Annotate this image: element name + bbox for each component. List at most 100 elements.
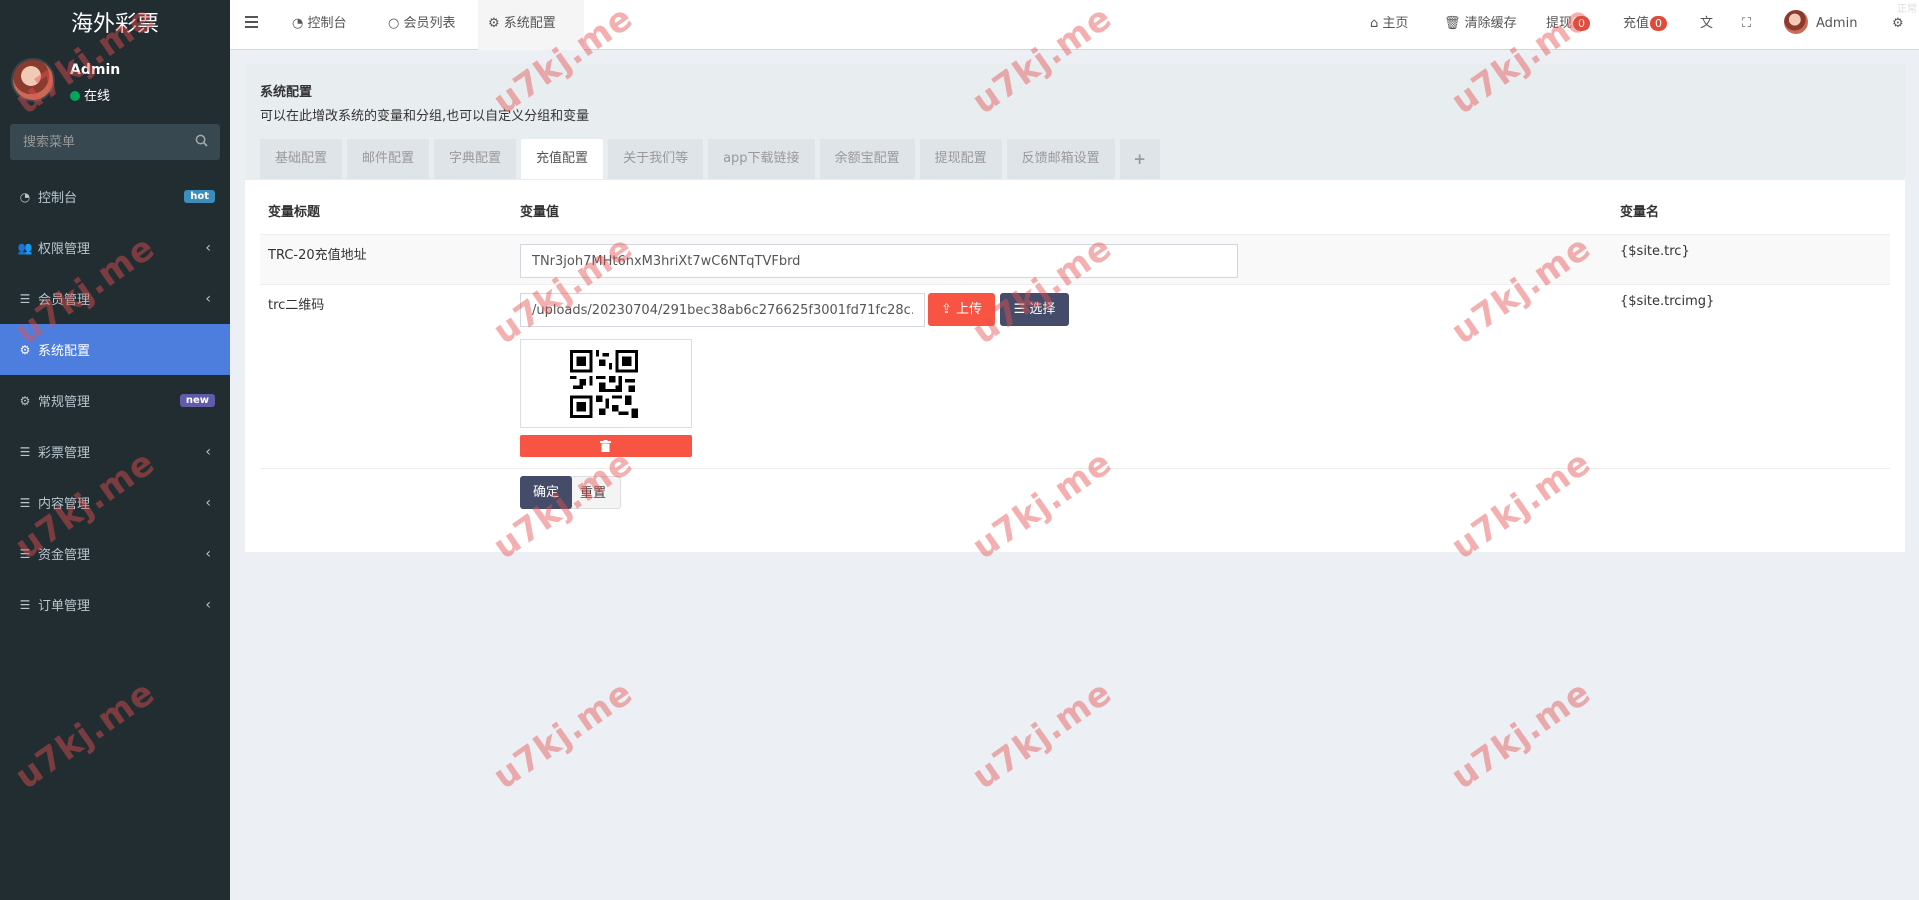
trc-address-input[interactable] (520, 244, 1238, 278)
tab-dictionary[interactable]: 字典配置 (434, 139, 517, 179)
delete-image-button[interactable] (520, 435, 692, 457)
add-tab-button[interactable]: + (1119, 139, 1160, 179)
row-name: {$site.trc} (1620, 244, 1690, 259)
dashboard-icon: ◔ (292, 16, 304, 31)
circle-icon: ○ (388, 16, 400, 31)
status-text: 在线 (84, 89, 111, 104)
tab-basic[interactable]: 基础配置 (260, 139, 343, 179)
recharge-label: 充值 (1623, 16, 1650, 31)
list-icon: ☰ (19, 546, 31, 561)
sidebar-item-orders[interactable]: ☰ 订单管理 ‹ (0, 579, 230, 630)
user-status: 在线 (70, 85, 110, 104)
translate-icon[interactable]: 文 (1700, 0, 1713, 50)
reset-button[interactable]: 重置 (565, 476, 621, 509)
corner-tag: 正常 (1897, 4, 1917, 15)
top-navbar: ◔ 控制台 ○ 会员列表 ⚙ 系统配置 ⌂ 主页 🗑 清除缓存 提现 0 充值 0 … (230, 0, 1919, 50)
trc-qrcode-path-input[interactable] (520, 293, 925, 327)
select-label: 选择 (1029, 302, 1056, 317)
panel-title: 系统配置 (260, 85, 313, 100)
sidebar-item-funds[interactable]: ☰ 资金管理 ‹ (0, 528, 230, 579)
sidebar-item-members[interactable]: ☰ 会员管理 ‹ (0, 273, 230, 324)
sidebar-item-label: 会员管理 (38, 293, 91, 308)
chevron-left-icon: ‹ (205, 546, 211, 562)
watermark: u7kj.me (965, 672, 1120, 798)
new-badge: new (179, 394, 215, 407)
sidebar-item-dashboard[interactable]: ◔ 控制台 hot (0, 171, 230, 222)
panel-description: 可以在此增改系统的变量和分组,也可以自定义分组和变量 (260, 109, 590, 124)
trash-icon (600, 440, 611, 452)
chevron-left-icon: ‹ (205, 444, 211, 460)
group-icon: 👥 (17, 240, 33, 255)
search-icon[interactable] (195, 134, 208, 147)
tab-withdraw[interactable]: 提现配置 (919, 139, 1002, 179)
user-panel: Admin 在线 (0, 50, 230, 118)
home-label: 主页 (1382, 16, 1409, 31)
watermark: u7kj.me (1444, 672, 1599, 798)
sidebar-item-label: 权限管理 (38, 242, 91, 257)
qr-code-image (570, 350, 638, 418)
tab-system-config[interactable]: ⚙ 系统配置 (478, 0, 584, 50)
tab-yuebao[interactable]: 余额宝配置 (819, 139, 915, 179)
sidebar-search (10, 124, 220, 160)
tab-label: 系统配置 (503, 16, 556, 31)
home-icon: ⌂ (1370, 16, 1379, 31)
tab-label: 会员列表 (403, 16, 456, 31)
sidebar-item-permissions[interactable]: 👥 权限管理 ‹ (0, 222, 230, 273)
list-icon: ☰ (1013, 302, 1026, 317)
avatar (11, 58, 55, 102)
confirm-button[interactable]: 确定 (520, 476, 572, 509)
withdraw-link[interactable]: 提现 0 (1546, 0, 1591, 50)
list-icon: ☰ (19, 597, 31, 612)
divider (260, 284, 1890, 285)
admin-label: Admin (1816, 16, 1858, 31)
clear-cache-button[interactable]: 🗑 清除缓存 (1444, 0, 1517, 50)
trash-icon: 🗑 (1444, 16, 1461, 31)
sidebar-item-label: 内容管理 (38, 497, 91, 512)
withdraw-count-badge: 0 (1573, 16, 1591, 31)
sidebar-item-content[interactable]: ☰ 内容管理 ‹ (0, 477, 230, 528)
chevron-left-icon: ‹ (205, 291, 211, 307)
sidebar-item-system-config[interactable]: ⚙ 系统配置 (0, 324, 230, 375)
withdraw-label: 提现 (1546, 16, 1573, 31)
user-name: Admin (70, 62, 121, 78)
menu-toggle-icon[interactable] (245, 0, 258, 50)
tab-member-list[interactable]: ○ 会员列表 (388, 0, 456, 50)
list-icon: ☰ (19, 495, 31, 510)
sidebar-search-input[interactable] (10, 124, 220, 160)
tab-recharge[interactable]: 充值配置 (521, 139, 604, 179)
watermark: u7kj.me (486, 672, 641, 798)
list-icon: ☰ (19, 444, 31, 459)
tab-dashboard[interactable]: ◔ 控制台 (292, 0, 347, 50)
config-tabs: 基础配置 邮件配置 字典配置 充值配置 关于我们等 app下载链接 余额宝配置 … (260, 139, 1165, 179)
tab-label: 控制台 (307, 16, 347, 31)
column-name: 变量名 (1620, 205, 1660, 220)
sidebar-item-label: 彩票管理 (38, 446, 91, 461)
tab-app-download[interactable]: app下载链接 (708, 139, 815, 179)
home-link[interactable]: ⌂ 主页 (1370, 0, 1408, 50)
gear-icon: ⚙ (19, 342, 31, 357)
tab-email[interactable]: 邮件配置 (347, 139, 430, 179)
recharge-count-badge: 0 (1650, 16, 1668, 31)
fullscreen-icon[interactable]: ⛶ (1742, 0, 1751, 50)
recharge-link[interactable]: 充值 0 (1623, 0, 1668, 50)
sidebar-item-general[interactable]: ⚙ 常规管理 new (0, 375, 230, 426)
sidebar-item-label: 控制台 (38, 191, 78, 206)
upload-icon: ⇪ (940, 302, 952, 317)
clear-cache-label: 清除缓存 (1464, 16, 1517, 31)
sidebar-item-lottery[interactable]: ☰ 彩票管理 ‹ (0, 426, 230, 477)
qr-preview (520, 339, 692, 428)
sidebar-item-label: 系统配置 (38, 344, 91, 359)
chevron-left-icon: ‹ (205, 597, 211, 613)
config-panel: 系统配置 可以在此增改系统的变量和分组,也可以自定义分组和变量 基础配置 邮件配… (245, 64, 1905, 552)
tab-feedback-email[interactable]: 反馈邮箱设置 (1006, 139, 1115, 179)
select-button[interactable]: ☰ 选择 (1000, 293, 1069, 326)
online-dot-icon (70, 91, 80, 101)
tab-about[interactable]: 关于我们等 (608, 139, 704, 179)
upload-button[interactable]: ⇪ 上传 (928, 293, 995, 326)
row-title: TRC-20充值地址 (268, 248, 367, 263)
divider (260, 468, 1890, 469)
admin-menu[interactable]: Admin (1784, 0, 1857, 50)
app-logo[interactable]: 海外彩票 (0, 0, 230, 50)
dashboard-icon: ◔ (19, 189, 31, 204)
cogs-icon: ⚙ (19, 393, 31, 408)
